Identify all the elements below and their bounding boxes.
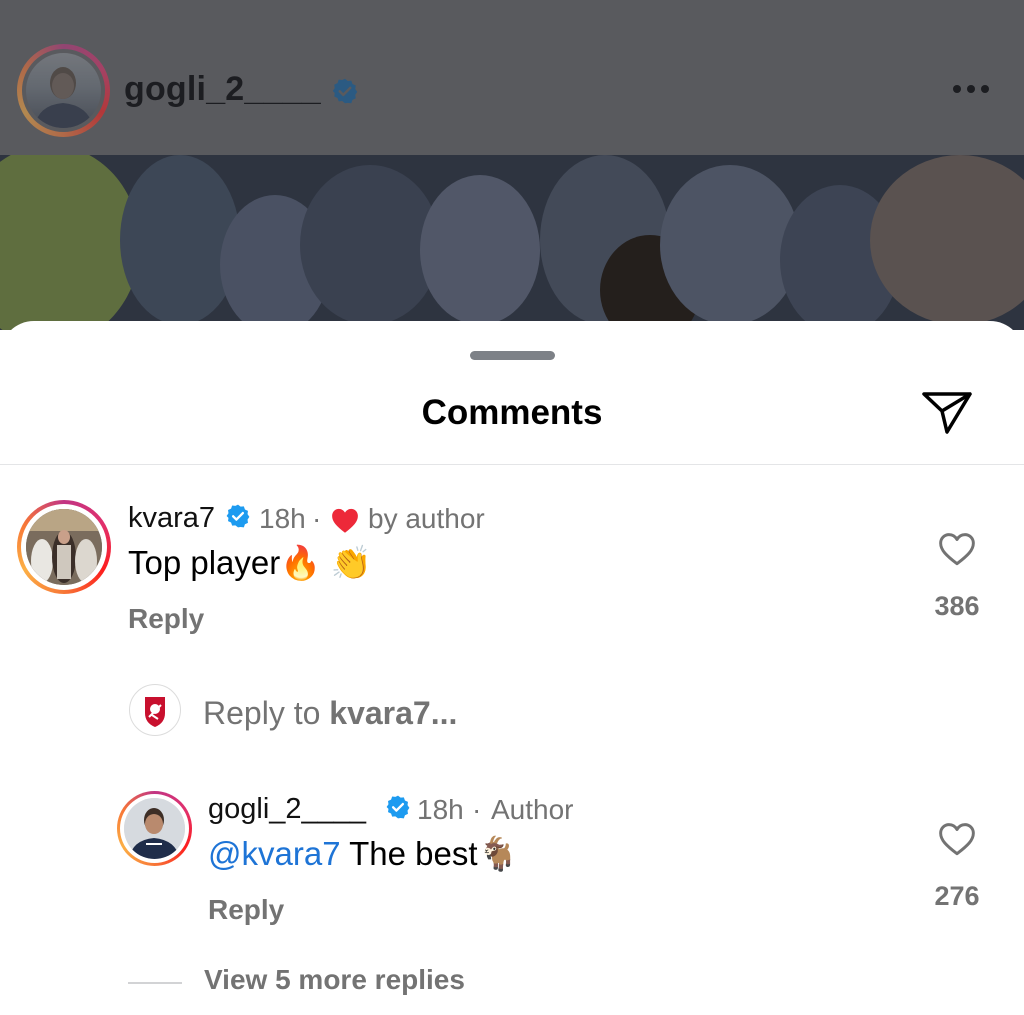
- comment-text: Top player🔥 👏: [128, 544, 372, 581]
- liked-by-author-label: by author: [368, 503, 485, 534]
- view-more-replies-button[interactable]: View 5 more replies: [204, 964, 465, 996]
- post-username[interactable]: gogli_2____: [124, 70, 321, 109]
- meta-separator: ·: [472, 794, 482, 825]
- reply-body: The best🐐: [340, 835, 519, 872]
- sheet-divider: [0, 464, 1024, 465]
- post-author-avatar[interactable]: [17, 44, 110, 137]
- send-icon[interactable]: [920, 387, 974, 437]
- reply-input-target: kvara7...: [329, 695, 458, 731]
- like-count: 276: [934, 881, 980, 911]
- more-options-icon[interactable]: [951, 82, 991, 96]
- meta-separator: ·: [312, 503, 322, 534]
- post-image: [0, 155, 1024, 330]
- like-count: 386: [934, 591, 980, 621]
- reply-avatar[interactable]: [117, 791, 192, 866]
- reply-button[interactable]: Reply: [128, 603, 204, 635]
- reply-timestamp: 18h: [417, 794, 464, 825]
- comment-username[interactable]: kvara7: [128, 502, 215, 535]
- verified-badge-icon: [386, 795, 410, 819]
- comment-avatar[interactable]: [17, 500, 111, 594]
- reply-input-prefix: Reply to: [203, 695, 321, 731]
- reply-input-field[interactable]: Reply to kvara7...: [203, 695, 457, 732]
- verified-badge-icon: [332, 78, 358, 104]
- sheet-drag-handle[interactable]: [470, 351, 555, 360]
- heart-outline-icon[interactable]: [937, 821, 977, 857]
- verified-badge-icon: [226, 504, 250, 528]
- comment-timestamp: 18h: [259, 503, 306, 534]
- reply-button[interactable]: Reply: [208, 894, 284, 926]
- comments-sheet: Comments kvara7 18h · by author Top play…: [0, 321, 1024, 1015]
- current-user-avatar: [129, 684, 181, 736]
- sheet-title: Comments: [421, 393, 603, 432]
- reply-username[interactable]: gogli_2____: [208, 793, 366, 826]
- heart-outline-icon[interactable]: [937, 531, 977, 567]
- author-badge: Author: [491, 794, 574, 825]
- mention-link[interactable]: @kvara7: [208, 835, 341, 872]
- post-header: gogli_2____: [0, 0, 1024, 155]
- reply-text: @kvara7 The best🐐: [208, 835, 519, 874]
- heart-filled-icon: [332, 508, 358, 533]
- view-more-divider: [128, 982, 182, 984]
